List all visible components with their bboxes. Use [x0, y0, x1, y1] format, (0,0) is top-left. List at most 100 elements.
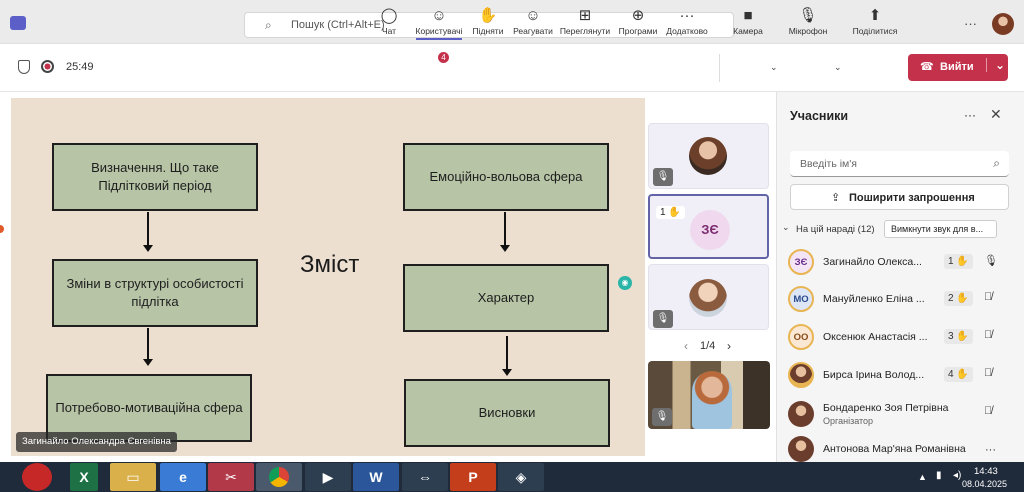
leave-button[interactable]: ☎ Вийти ⌄: [908, 54, 1008, 81]
people-badge: 4: [438, 52, 449, 63]
teams-logo-icon: [10, 16, 26, 30]
search-placeholder: Пошук (Ctrl+Alt+E): [291, 19, 385, 31]
close-icon[interactable]: ✕: [990, 106, 1002, 123]
mic-off-icon: 🎙: [652, 408, 672, 426]
avatar: ЗЄ: [788, 249, 814, 275]
mic-off-icon: 🎙̸: [984, 291, 993, 303]
participant-photo: [689, 137, 727, 175]
panel-more-button[interactable]: ···: [964, 108, 976, 122]
vpn-app-icon[interactable]: ◈: [498, 463, 544, 491]
shield-icon: [18, 60, 30, 74]
mic-off-icon: 🎙: [653, 168, 673, 186]
slide-arrow: [143, 328, 153, 366]
mic-off-icon: 🎙: [798, 7, 818, 24]
tiles-pager: 1/4: [700, 340, 716, 352]
tiles-next-icon[interactable]: ›: [727, 339, 731, 353]
participant-row[interactable]: Бирса Ірина Волод...: [788, 359, 1008, 391]
search-icon: ⌕: [265, 18, 272, 32]
raised-hand-badge: 3 ✋: [944, 329, 973, 344]
video-tile-active[interactable]: 1 ✋ ЗЄ: [648, 194, 769, 259]
avatar: ОО: [788, 324, 814, 350]
raised-hand-indicator: 1 ✋: [656, 206, 685, 219]
word-icon[interactable]: W: [353, 463, 399, 491]
clock-date[interactable]: 08.04.2025: [962, 479, 1007, 489]
view-button[interactable]: ⊞ Переглянути: [559, 6, 611, 36]
raised-hand-badge: 2 ✋: [944, 291, 973, 306]
slide-arrow: [143, 212, 153, 252]
avatar: [788, 401, 814, 427]
share-icon: ⇪: [831, 192, 841, 204]
slide-box-character: Характер: [403, 264, 609, 332]
camera-button[interactable]: ■ Камера: [731, 6, 765, 36]
snipping-tool-icon[interactable]: ✂: [208, 463, 254, 491]
camera-chevron-icon[interactable]: ⌄: [770, 62, 778, 73]
slide-arrow: [500, 212, 510, 252]
mic-off-icon: 🎙̸: [984, 405, 993, 417]
taskbar-app-icon[interactable]: [22, 463, 52, 491]
share-invite-button[interactable]: ⇪ Поширити запрошення: [790, 184, 1009, 210]
mic-button[interactable]: 🎙 Мікрофон: [787, 6, 829, 36]
chat-icon: ◯: [380, 7, 398, 24]
participant-search-input[interactable]: Введіть ім'я ⌕: [790, 151, 1009, 177]
audio-indicator-icon: ◉: [618, 276, 632, 290]
phone-hangup-icon: ☎: [920, 61, 934, 73]
video-tile[interactable]: 🎙: [648, 264, 769, 330]
participant-row[interactable]: МО Мануйленко Еліна ...: [788, 283, 1008, 315]
participant-row[interactable]: ЗЄ Загинайло Олекса...: [788, 246, 1008, 278]
grid-icon: ⊞: [578, 7, 592, 24]
more-options-button[interactable]: ···: [964, 16, 977, 31]
section-header[interactable]: На цій нараді (12): [796, 224, 875, 235]
section-chevron-icon[interactable]: ⌄: [782, 222, 790, 233]
video-tile[interactable]: 🎙: [648, 123, 769, 189]
mic-off-icon: 🎙̸: [984, 329, 993, 341]
participant-name: Антонова Мар'яна Романівна: [823, 443, 966, 455]
participant-photo: [692, 371, 732, 429]
initials-avatar: ЗЄ: [690, 210, 730, 250]
volume-icon[interactable]: ◂): [953, 470, 961, 481]
participant-row[interactable]: ОО Оксенюк Анастасія ...: [788, 321, 1008, 353]
react-button[interactable]: ☺ Реагувати: [512, 6, 554, 36]
participant-row[interactable]: Бондаренко Зоя Петрівна Організатор: [788, 397, 1008, 431]
excel-icon[interactable]: X: [70, 463, 98, 491]
self-video-tile[interactable]: 🎙: [648, 361, 770, 429]
slide-box-emotional: Емоційно-вольова сфера: [403, 143, 609, 211]
divider: [719, 54, 720, 82]
teamviewer-icon[interactable]: ⇔: [402, 463, 448, 491]
leave-chevron-icon[interactable]: ⌄: [986, 58, 1005, 72]
share-invite-label: Поширити запрошення: [849, 192, 975, 204]
participant-photo: [689, 279, 727, 317]
mute-all-button[interactable]: Вимкнути звук для в...: [884, 220, 997, 238]
raised-hand-badge: 4 ✋: [944, 367, 973, 382]
meeting-timer: 25:49: [66, 61, 94, 73]
participant-row[interactable]: Антонова Мар'яна Романівна: [788, 436, 1008, 462]
media-player-icon[interactable]: ▶: [305, 463, 351, 491]
network-icon[interactable]: ▮: [936, 470, 942, 481]
presenter-name-label: Загинайло Олександра Євгенівна: [16, 432, 177, 452]
mic-chevron-icon[interactable]: ⌄: [834, 62, 842, 73]
slide-box-changes: Зміни в структурі особистості підлітка: [52, 259, 258, 327]
powerpoint-icon[interactable]: P: [450, 463, 496, 491]
ellipsis-icon: ···: [679, 7, 695, 24]
clock-time[interactable]: 14:43: [974, 466, 998, 477]
internet-explorer-icon[interactable]: e: [160, 463, 206, 491]
raise-hand-button[interactable]: ✋ Підняти: [471, 6, 505, 36]
file-explorer-icon[interactable]: ▭: [110, 463, 156, 491]
tray-arrow-icon[interactable]: ▲: [918, 472, 927, 482]
mic-on-icon: 🎙: [984, 255, 998, 267]
chat-button[interactable]: ◯ Чат: [378, 6, 400, 36]
people-button[interactable]: ☺ Користувачі: [414, 6, 464, 40]
chrome-icon[interactable]: [256, 463, 302, 491]
user-avatar[interactable]: [992, 13, 1014, 35]
share-button[interactable]: ⬆ Поділитися: [851, 6, 899, 36]
participant-more-button[interactable]: ···: [985, 444, 996, 456]
meeting-toolbar: [0, 44, 1024, 92]
participant-name: Загинайло Олекса...: [823, 256, 922, 268]
apps-button[interactable]: ⊕ Програми: [617, 6, 659, 36]
participant-name: Бирса Ірина Волод...: [823, 369, 925, 381]
share-screen-icon: ⬆: [868, 7, 882, 24]
slide-box-definition: Визначення. Що таке Підлітковий період: [52, 143, 258, 211]
more-actions-button[interactable]: ··· Додатково: [665, 6, 709, 36]
participant-role: Організатор: [823, 416, 874, 426]
recording-icon: [41, 60, 54, 73]
tiles-prev-icon[interactable]: ‹: [684, 339, 688, 353]
